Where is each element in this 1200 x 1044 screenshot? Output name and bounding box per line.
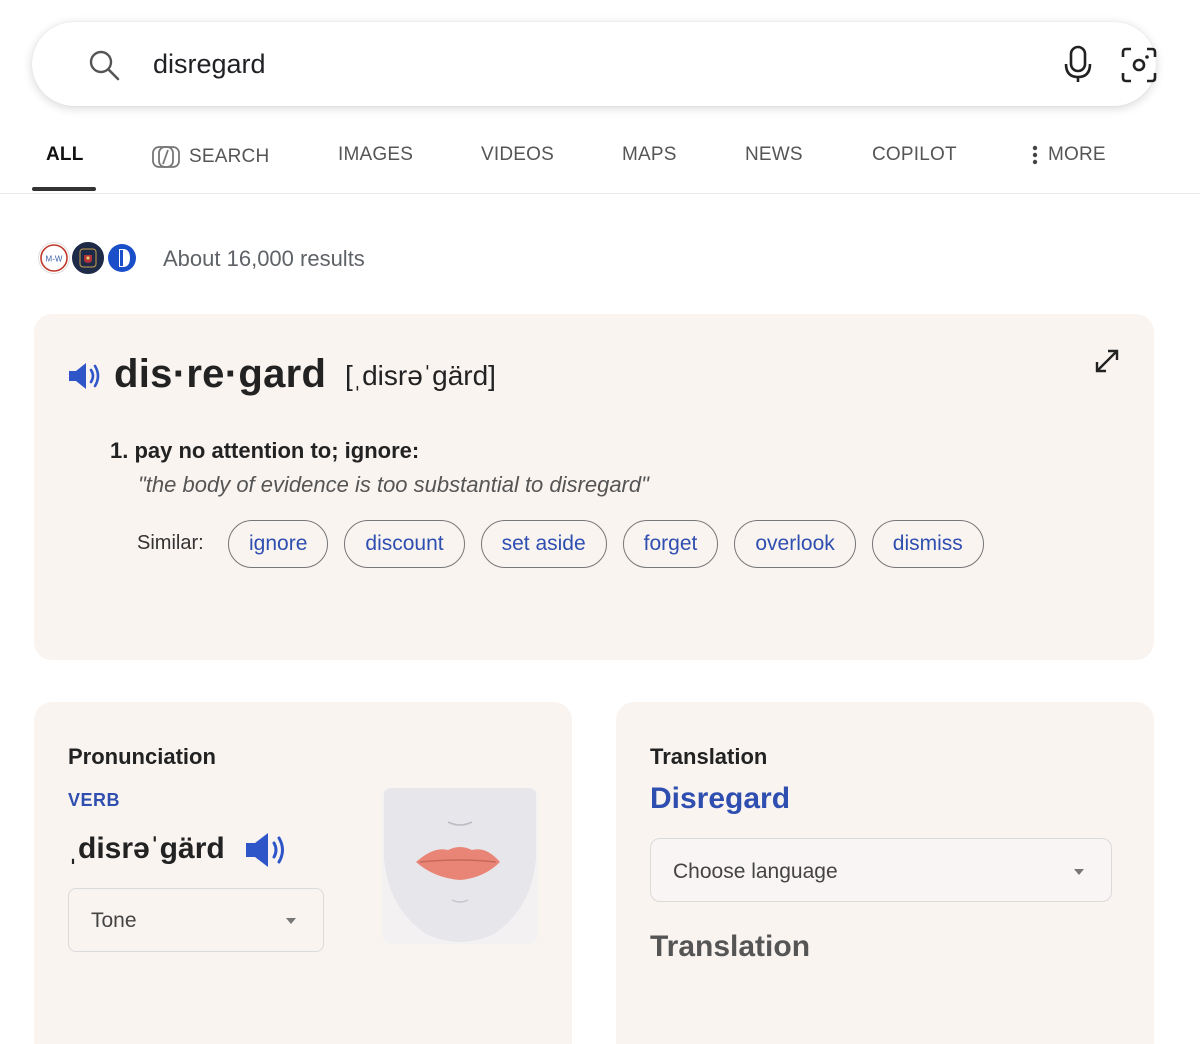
chevron-down-icon: [1074, 869, 1084, 875]
mw-badge-text: M-W: [46, 255, 63, 264]
merriam-webster-source-icon[interactable]: M-W: [36, 240, 72, 276]
search-input[interactable]: disregard: [153, 48, 266, 80]
similar-chip-discount[interactable]: discount: [344, 520, 465, 568]
search-tabs: ALL SEARCH IMAGES VIDEOS MAPS NEWS COPIL…: [0, 120, 1200, 194]
dictionary-logo-icon: [108, 244, 136, 272]
definition-example: "the body of evidence is too substantial…: [138, 472, 649, 497]
more-vertical-icon: [1032, 145, 1038, 165]
search-bar[interactable]: disregard: [32, 22, 1158, 106]
expand-icon[interactable]: [1094, 348, 1120, 374]
translation-card: Translation Disregard Choose language Tr…: [616, 702, 1154, 1044]
translation-output: Translation: [650, 930, 811, 963]
pronunciation-speaker-icon[interactable]: [244, 830, 290, 870]
similar-label: Similar:: [137, 532, 204, 554]
mouth-animation[interactable]: [382, 788, 538, 944]
copilot-search-icon: [152, 146, 180, 168]
tab-copilot[interactable]: COPILOT: [872, 144, 957, 166]
dictionary-source-icon[interactable]: [104, 240, 140, 276]
results-count: About 16,000 results: [163, 246, 365, 271]
oxford-crest-icon: [79, 248, 97, 268]
similar-chip-forget[interactable]: forget: [622, 520, 719, 568]
tab-label: NEWS: [745, 144, 803, 165]
tab-label: ALL: [46, 144, 84, 165]
oxford-source-icon[interactable]: [70, 240, 106, 276]
search-icon[interactable]: [86, 47, 122, 83]
tab-search[interactable]: SEARCH: [151, 144, 269, 170]
speaker-icon[interactable]: [67, 360, 103, 392]
similar-words: ignore discount set aside forget overloo…: [228, 520, 984, 568]
tab-label: MORE: [1048, 144, 1106, 165]
tab-label: IMAGES: [338, 144, 414, 165]
translation-title: Translation: [650, 744, 768, 769]
merriam-webster-logo: M-W: [40, 244, 68, 272]
mouth-illustration-icon: [384, 788, 536, 942]
phonetic-transcription: [ˌdisrəˈgärd]: [345, 360, 496, 391]
tab-images[interactable]: IMAGES: [338, 144, 413, 166]
tone-dropdown-label: Tone: [91, 909, 137, 932]
tone-dropdown[interactable]: Tone: [68, 888, 324, 952]
pronunciation-phonetic: ˌdisrəˈgärd: [68, 832, 225, 865]
tab-label: MAPS: [622, 144, 677, 165]
tab-all[interactable]: ALL: [46, 144, 84, 166]
tab-maps[interactable]: MAPS: [622, 144, 677, 166]
definition-sense: 1. pay no attention to; ignore:: [110, 438, 420, 463]
translation-source-word[interactable]: Disregard: [650, 782, 790, 816]
visual-search-icon[interactable]: [1120, 46, 1158, 84]
similar-chip-set-aside[interactable]: set aside: [480, 520, 607, 568]
similar-chip-dismiss[interactable]: dismiss: [871, 520, 984, 568]
active-tab-indicator: [32, 187, 96, 191]
headword: dis·re·gard: [114, 352, 327, 396]
tab-label: SEARCH: [189, 146, 270, 167]
part-of-speech: VERB: [68, 790, 121, 810]
tab-videos[interactable]: VIDEOS: [481, 144, 554, 166]
tab-label: VIDEOS: [481, 144, 554, 165]
pronunciation-title: Pronunciation: [68, 744, 216, 769]
search-results-page: disregard ALL SEARCH IMAGES VIDEOS MAPS …: [0, 0, 1200, 1044]
language-dropdown-label: Choose language: [673, 860, 838, 883]
tab-label: COPILOT: [872, 144, 957, 165]
microphone-icon[interactable]: [1060, 44, 1096, 84]
chevron-down-icon: [286, 918, 296, 924]
tab-more[interactable]: MORE: [1032, 144, 1106, 166]
source-icons: M-W: [36, 240, 140, 276]
language-dropdown[interactable]: Choose language: [650, 838, 1112, 902]
pronunciation-card: Pronunciation VERB ˌdisrəˈgärd Tone: [34, 702, 572, 1044]
similar-chip-ignore[interactable]: ignore: [228, 520, 329, 568]
definition-card: dis·re·gard [ˌdisrəˈgärd] 1. pay no atte…: [34, 314, 1154, 660]
similar-chip-overlook[interactable]: overlook: [734, 520, 856, 568]
tab-news[interactable]: NEWS: [745, 144, 803, 166]
